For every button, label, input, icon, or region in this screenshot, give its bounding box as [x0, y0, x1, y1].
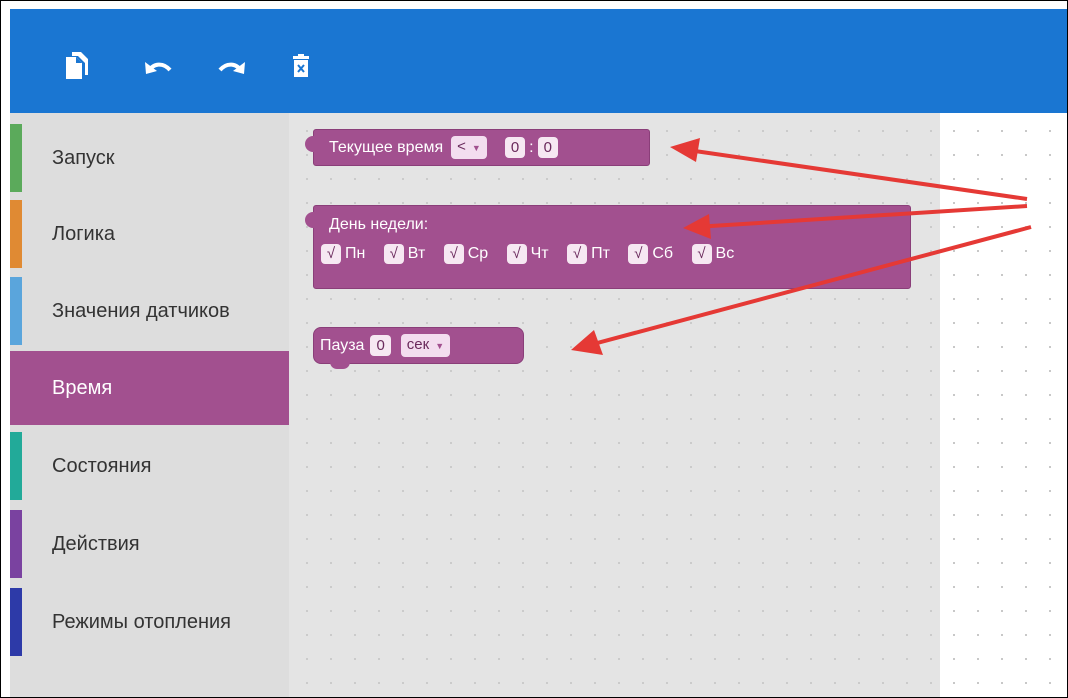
sidebar-item-label: Режимы отопления	[52, 610, 232, 633]
category-color-swatch	[10, 124, 22, 192]
sidebar-item-actions[interactable]: Действия	[10, 507, 289, 581]
main-workspace[interactable]	[940, 113, 1067, 697]
chevron-down-icon: ▼	[471, 143, 481, 153]
day-label: Вт	[407, 245, 426, 262]
undo-button[interactable]	[142, 49, 176, 83]
check-icon: √	[567, 244, 588, 264]
day-label: Пн	[345, 245, 366, 262]
day-label: Чт	[530, 245, 549, 262]
day-label: Вс	[715, 245, 735, 262]
day-label: Ср	[467, 245, 489, 262]
sidebar-item-time[interactable]: Время	[10, 351, 289, 425]
check-icon: √	[506, 244, 527, 264]
unit-dropdown[interactable]: сек ▼	[400, 334, 451, 357]
chevron-down-icon: ▼	[435, 341, 445, 351]
sidebar-item-label: Значения датчиков	[52, 299, 230, 322]
pause-block[interactable]: Пауза 0 сек ▼	[313, 327, 524, 369]
pause-value-field[interactable]: 0	[370, 335, 391, 356]
day-checkbox-thu[interactable]: √ Чт	[506, 244, 549, 264]
redo-button[interactable]	[214, 49, 248, 83]
day-checkbox-wed[interactable]: √ Ср	[443, 244, 489, 264]
block-bottom-notch	[330, 362, 350, 369]
day-checkbox-mon[interactable]: √ Пн	[321, 244, 365, 264]
sidebar-item-label: Логика	[52, 222, 116, 245]
category-sidebar: Запуск Логика Значения датчиков Время Со…	[10, 113, 289, 697]
current-time-block[interactable]: Текущее время < ▼ 0 : 0	[305, 129, 650, 166]
check-icon: √	[691, 244, 712, 264]
minutes-field[interactable]: 0	[537, 137, 558, 158]
category-color-swatch	[10, 510, 22, 578]
delete-icon	[293, 54, 309, 77]
check-icon: √	[383, 244, 404, 264]
editor-frame: Запуск Логика Значения датчиков Время Со…	[0, 0, 1068, 698]
time-separator: :	[529, 138, 534, 156]
sidebar-item-label: Время	[52, 376, 113, 399]
copy-icon	[66, 52, 88, 79]
weekday-checkboxes: √ Пн √ Вт √ Ср √ Чт √ Пт √ Сб √ Вс	[321, 244, 910, 264]
sidebar-item-logic[interactable]: Логика	[10, 197, 289, 271]
delete-button[interactable]	[284, 49, 318, 83]
block-connector	[305, 136, 314, 152]
flyout-workspace[interactable]: Текущее время < ▼ 0 : 0 День недели: √ Пн …	[289, 113, 940, 697]
sidebar-item-label: Действия	[52, 532, 140, 555]
hours-field[interactable]: 0	[504, 137, 526, 158]
check-icon: √	[321, 244, 341, 264]
operator-value: <	[457, 138, 466, 155]
category-color-swatch	[10, 277, 22, 345]
category-color-swatch	[10, 200, 22, 268]
block-label: Пауза	[320, 336, 365, 354]
weekday-block[interactable]: День недели: √ Пн √ Вт √ Ср √ Чт √ Пт √ Сб √ Вс	[305, 205, 911, 289]
category-color-swatch	[10, 588, 22, 656]
top-toolbar	[10, 9, 1067, 113]
check-icon: √	[628, 244, 649, 264]
copy-button[interactable]	[60, 49, 94, 83]
block-label: Текущее время	[329, 138, 444, 156]
sidebar-item-sensor-values[interactable]: Значения датчиков	[10, 274, 289, 348]
block-label: День недели:	[329, 216, 429, 233]
day-checkbox-sun[interactable]: √ Вс	[691, 244, 735, 264]
sidebar-item-label: Состояния	[52, 454, 152, 477]
undo-icon	[145, 62, 172, 74]
day-label: Сб	[652, 245, 674, 262]
category-color-swatch	[10, 432, 22, 500]
day-label: Пт	[591, 245, 610, 262]
sidebar-item-heating-modes[interactable]: Режимы отопления	[10, 585, 289, 659]
check-icon: √	[443, 244, 464, 264]
day-checkbox-tue[interactable]: √ Вт	[383, 244, 426, 264]
block-connector	[305, 212, 314, 228]
sidebar-item-launch[interactable]: Запуск	[10, 121, 289, 195]
day-checkbox-sat[interactable]: √ Сб	[628, 244, 673, 264]
unit-value: сек	[406, 336, 430, 353]
operator-dropdown[interactable]: < ▼	[451, 136, 487, 159]
sidebar-item-label: Запуск	[52, 146, 115, 169]
day-checkbox-fri[interactable]: √ Пт	[567, 244, 610, 264]
sidebar-item-states[interactable]: Состояния	[10, 429, 289, 503]
redo-icon	[218, 62, 245, 74]
